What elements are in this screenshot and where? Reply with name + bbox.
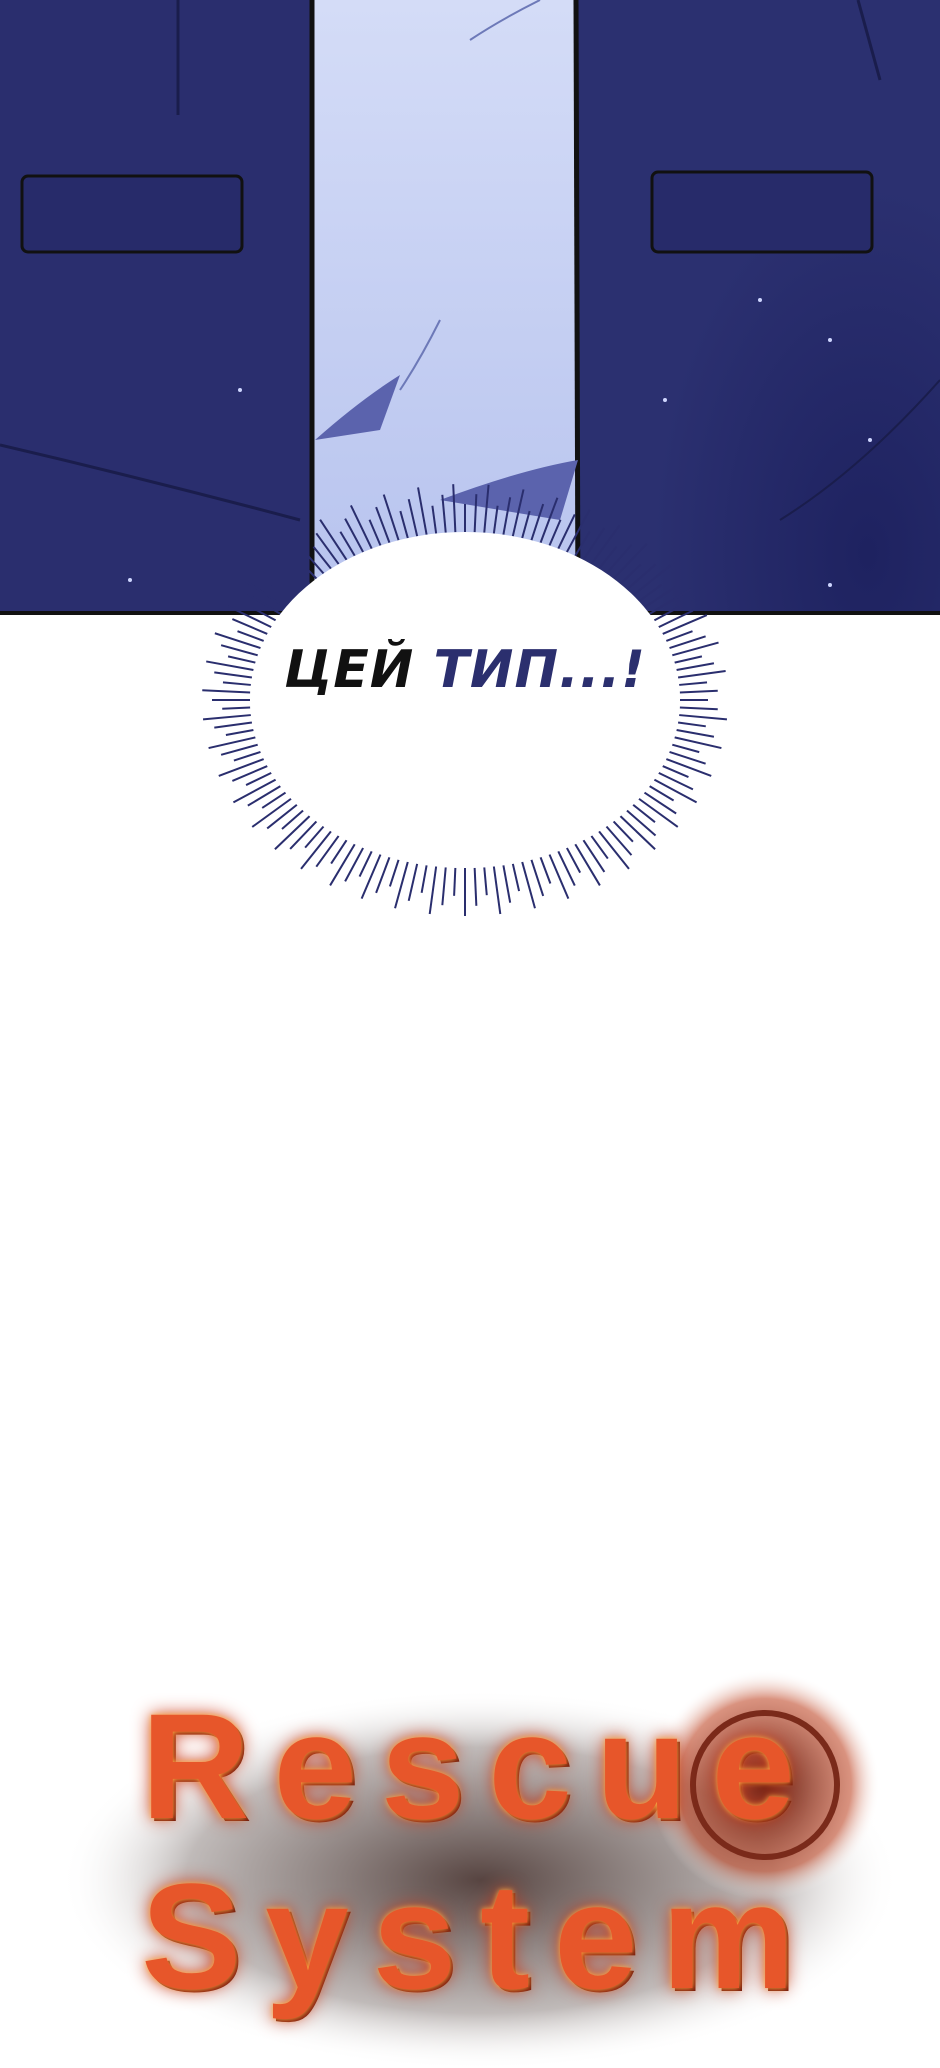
burst-spike (548, 854, 570, 900)
burst-spike (218, 758, 265, 777)
burst-spike (420, 865, 428, 894)
speech-bubble-text: ЦЕЙ ТИП...! (190, 640, 740, 700)
burst-spike (329, 843, 356, 886)
burst-spike (319, 519, 348, 561)
burst-spike (598, 830, 630, 870)
burst-spike (407, 863, 419, 902)
burst-spike (452, 484, 457, 533)
logo-line-rescue: Rescue (141, 1682, 819, 1850)
burst-spike (289, 550, 318, 580)
burst-spike (605, 544, 633, 575)
burst-spike (574, 843, 601, 886)
logo-line-system: System (141, 1852, 819, 2020)
burst-spike (473, 867, 478, 906)
speech-word-2: ТИП...! (433, 640, 646, 700)
burst-spike (289, 820, 318, 850)
burst-spike (227, 605, 272, 629)
burst-spike (300, 830, 332, 870)
burst-spike (233, 750, 261, 762)
burst-spike (502, 497, 512, 535)
burst-spike (222, 706, 251, 710)
burst-spike (521, 861, 536, 909)
burst-spike (232, 778, 277, 804)
burst-spike (244, 580, 287, 609)
speech-word-1: ЦЕЙ (284, 640, 415, 700)
speech-bubble: ЦЕЙ ТИП...! (190, 460, 740, 940)
burst-spike (315, 835, 340, 868)
burst-spike (431, 505, 438, 534)
burst-spike (492, 866, 502, 915)
burst-spike (220, 743, 259, 756)
burst-spike (441, 494, 447, 533)
burst-spike (247, 593, 281, 615)
burst-spike (502, 865, 512, 903)
burst-spike (658, 771, 694, 791)
burst-spike (394, 861, 409, 909)
speech-bubble-spikes (202, 484, 728, 916)
burst-spike (349, 504, 373, 550)
burst-spike (417, 487, 428, 535)
burst-spike (626, 563, 657, 591)
burst-spike (483, 867, 488, 896)
burst-spike (676, 729, 715, 738)
burst-spike (511, 489, 525, 537)
burst-spike (441, 867, 447, 906)
burst-spike (360, 854, 382, 900)
burst-spike (548, 519, 562, 546)
burst-spike (530, 859, 545, 897)
burst-spike (399, 510, 409, 539)
burst-spike (428, 866, 438, 915)
burst-spike (473, 494, 478, 533)
burst-spike (214, 721, 253, 729)
burst-spike (266, 803, 298, 830)
burst-spike (679, 714, 728, 721)
burst-spike (653, 778, 698, 804)
burst-spike (643, 791, 677, 815)
burst-spike (225, 729, 254, 736)
burst-spike (662, 614, 708, 635)
burst-spike (492, 505, 499, 534)
burst-spike (658, 609, 694, 629)
burst-spike (521, 510, 531, 539)
burst-spike (539, 856, 552, 884)
burst-spike (582, 527, 606, 561)
burst-spike (643, 585, 677, 609)
burst-spike (582, 839, 606, 873)
burst-spike (590, 524, 621, 565)
burst-spike (649, 588, 692, 615)
burst-spike (566, 847, 582, 874)
burst-spike (605, 825, 633, 856)
burst-spike (566, 509, 591, 553)
burst-spike (483, 484, 490, 533)
burst-spike (626, 809, 657, 837)
burst-spike (388, 859, 400, 887)
title-logo: Rescue System (60, 1640, 900, 2068)
burst-spike (202, 714, 251, 721)
burst-spike (665, 758, 712, 777)
burst-spike (247, 785, 281, 807)
burst-spike (315, 532, 340, 565)
burst-spike (511, 863, 521, 892)
burst-spike (530, 503, 545, 541)
burst-spike (677, 721, 706, 728)
burst-spike (407, 498, 419, 537)
burst-spike (679, 706, 718, 711)
burst-spike (662, 765, 689, 778)
burst-spike (671, 743, 700, 754)
burst-spike (453, 867, 457, 896)
burst-spike (358, 850, 373, 878)
burst-spike (368, 519, 382, 546)
burst-spike (266, 570, 298, 597)
